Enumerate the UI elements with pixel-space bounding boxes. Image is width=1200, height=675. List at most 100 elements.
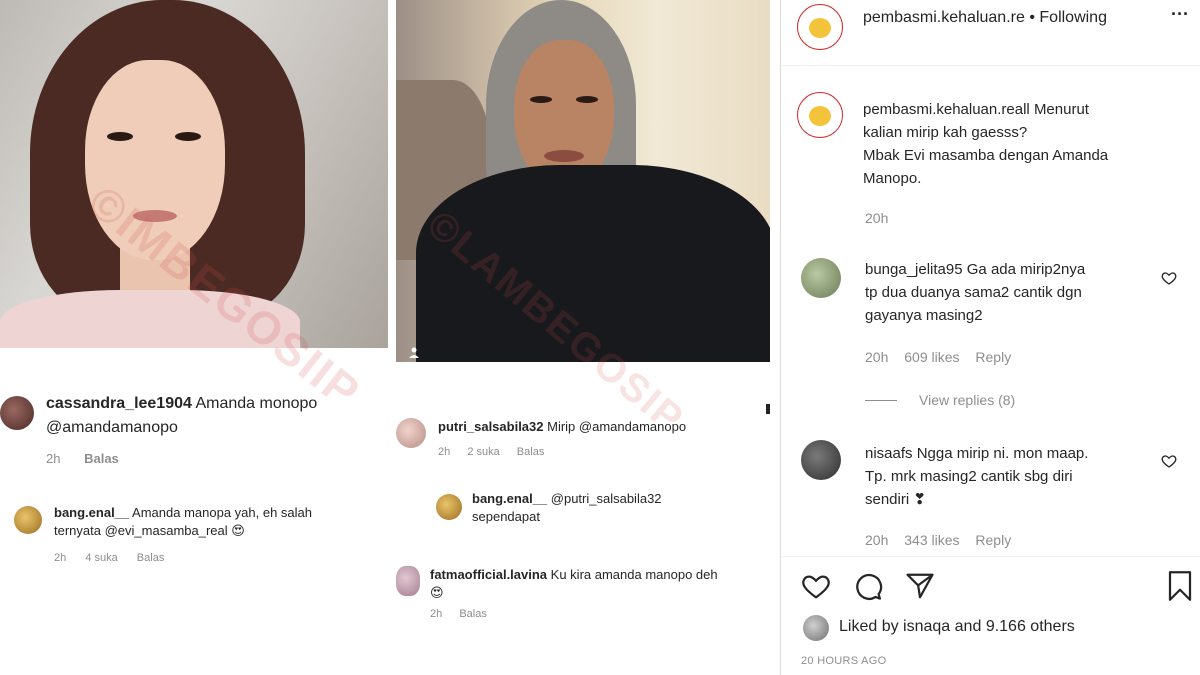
more-options-icon[interactable]: ··· bbox=[1171, 4, 1189, 25]
comment-time: 20h bbox=[865, 349, 889, 365]
comment-line-2: Tp. mrk masing2 cantik sbg diri bbox=[865, 468, 1073, 485]
photo-evi bbox=[396, 0, 770, 362]
emoji: 😍 bbox=[231, 523, 245, 538]
avatar[interactable] bbox=[801, 258, 841, 298]
following-button[interactable]: Following bbox=[1039, 9, 1107, 26]
avatar[interactable] bbox=[396, 566, 420, 596]
comment-meta: 20h 609 likes Reply bbox=[865, 349, 1011, 365]
comment-text: Ku kira amanda manopo deh bbox=[550, 567, 718, 582]
comment-line-3: gayanya masing2 bbox=[865, 307, 983, 324]
caption-line-2: kalian mirip kah gaesss? bbox=[863, 124, 1028, 141]
comment-line-2: tp dua duanya sama2 cantik dgn bbox=[865, 284, 1082, 301]
liker-avatar[interactable] bbox=[803, 615, 829, 641]
photo-eye bbox=[175, 132, 201, 141]
liked-by-prefix: Liked by bbox=[839, 618, 899, 635]
bookmark-icon[interactable] bbox=[1163, 569, 1197, 603]
comment-mention[interactable]: @amandamanopo bbox=[579, 419, 686, 434]
avatar[interactable] bbox=[801, 440, 841, 480]
account-avatar[interactable] bbox=[797, 92, 843, 138]
avatar[interactable] bbox=[0, 396, 34, 430]
header-separator: • bbox=[1029, 9, 1035, 26]
comment-likes[interactable]: 343 likes bbox=[904, 532, 959, 548]
reply-button[interactable]: Balas bbox=[84, 451, 119, 466]
heart-icon[interactable] bbox=[799, 569, 833, 603]
comment-mention[interactable]: @evi_masamba_real bbox=[105, 523, 228, 538]
comment-body: bang.enal__ @putri_salsabila32 sependapa… bbox=[472, 490, 772, 526]
post-timestamp: 20 HOURS AGO bbox=[801, 655, 887, 667]
comment-meta: 2h 4 suka Balas bbox=[54, 552, 164, 564]
reply-button[interactable]: Balas bbox=[459, 608, 487, 620]
comment-body: nisaafs Ngga mirip ni. mon maap. Tp. mrk… bbox=[865, 442, 1155, 511]
comment-bang-enal-reply: bang.enal__ @putri_salsabila32 sependapa… bbox=[436, 488, 766, 532]
comment-time: 20h bbox=[865, 532, 889, 548]
view-replies-button[interactable]: View replies (8) bbox=[919, 392, 1015, 408]
post-sidebar: pembasmi.kehaluan.re • Following ··· pem… bbox=[780, 0, 1200, 675]
liked-by-middle: and bbox=[954, 618, 982, 635]
comment-mention[interactable]: @amandamanopo bbox=[46, 419, 178, 436]
comment-username[interactable]: bang.enal__ bbox=[54, 505, 129, 520]
paper-plane-icon[interactable] bbox=[903, 569, 937, 603]
avatar[interactable] bbox=[14, 506, 42, 534]
photo-lips bbox=[544, 150, 584, 162]
post-actions: Liked by isnaqa and 9.166 others 20 HOUR… bbox=[781, 556, 1200, 675]
comment-icon[interactable] bbox=[851, 569, 885, 603]
caption-line-3: Mbak Evi masamba dengan Amanda bbox=[863, 147, 1109, 164]
photo-eye bbox=[530, 96, 552, 103]
comment-meta: 2h Balas bbox=[46, 450, 119, 468]
scroll-indicator bbox=[766, 404, 770, 414]
photo-eye bbox=[576, 96, 598, 103]
reply-button[interactable]: Balas bbox=[517, 446, 545, 458]
comment-body: fatmaofficial.lavina Ku kira amanda mano… bbox=[430, 566, 770, 602]
avatar[interactable] bbox=[436, 494, 462, 520]
comment-likes[interactable]: 2 suka bbox=[467, 446, 499, 458]
comment-body: putri_salsabila32 Mirip @amandamanopo bbox=[438, 418, 778, 436]
comment-username[interactable]: cassandra_lee1904 bbox=[46, 395, 192, 412]
comment-fatma: fatmaofficial.lavina Ku kira amanda mano… bbox=[396, 564, 776, 624]
comment-cassandra: cassandra_lee1904 Amanda monopo @amandam… bbox=[0, 390, 390, 470]
comment-likes[interactable]: 4 suka bbox=[85, 552, 117, 564]
comment-mention[interactable]: @putri_salsabila32 bbox=[551, 491, 662, 506]
comment-meta: 2h Balas bbox=[430, 608, 487, 620]
comment-body: cassandra_lee1904 Amanda monopo @amandam… bbox=[46, 392, 386, 440]
comment-time: 2h bbox=[430, 608, 443, 620]
comment-username[interactable]: bunga_jelita95 bbox=[865, 261, 963, 278]
liked-by: Liked by isnaqa and 9.166 others bbox=[839, 618, 1075, 636]
header-username[interactable]: pembasmi.kehaluan.re bbox=[863, 9, 1025, 26]
comment-line-1: Ngga mirip ni. mon maap. bbox=[916, 445, 1089, 462]
reply-button[interactable]: Balas bbox=[137, 552, 165, 564]
comment-text: Amanda manopa yah, eh salah bbox=[132, 505, 313, 520]
comment-username[interactable]: nisaafs bbox=[865, 445, 913, 462]
comment-line-3: sendiri ❣ bbox=[865, 491, 926, 508]
caption-line-1: Menurut bbox=[1033, 101, 1089, 118]
account-avatar[interactable] bbox=[797, 4, 843, 50]
likes-count[interactable]: 9.166 others bbox=[986, 618, 1075, 635]
heart-outline-icon[interactable] bbox=[1161, 270, 1177, 286]
caption-username[interactable]: pembasmi.kehaluan.reall bbox=[863, 101, 1030, 118]
comment-text-2: ternyata bbox=[54, 523, 101, 538]
comment-username[interactable]: putri_salsabila32 bbox=[438, 419, 544, 434]
comment-time: 2h bbox=[438, 446, 451, 458]
heart-outline-icon[interactable] bbox=[1161, 453, 1177, 469]
user-tag-icon[interactable] bbox=[408, 346, 420, 358]
reply-button[interactable]: Reply bbox=[975, 532, 1011, 548]
header-info: pembasmi.kehaluan.re • Following bbox=[863, 7, 1107, 29]
comment-time: 2h bbox=[46, 451, 61, 466]
replies-divider bbox=[865, 400, 897, 401]
liked-by-user[interactable]: isnaqa bbox=[903, 618, 950, 635]
comment-username[interactable]: fatmaofficial.lavina bbox=[430, 567, 547, 582]
comment-time: 2h bbox=[54, 552, 67, 564]
comment-meta: 2h 2 suka Balas bbox=[438, 446, 544, 458]
photo-eye bbox=[107, 132, 133, 141]
comment-bang-enal: bang.enal__ Amanda manopa yah, eh salah … bbox=[14, 504, 394, 574]
comment-line-1: Ga ada mirip2nya bbox=[966, 261, 1086, 278]
avatar[interactable] bbox=[396, 418, 426, 448]
caption-time: 20h bbox=[865, 210, 889, 226]
caption-line-4: Manopo. bbox=[863, 170, 922, 187]
comment-likes[interactable]: 609 likes bbox=[904, 349, 959, 365]
reply-button[interactable]: Reply bbox=[975, 349, 1011, 365]
comment-text: Mirip bbox=[547, 419, 576, 434]
emoji: 😍 bbox=[430, 585, 444, 600]
comment-putri: putri_salsabila32 Mirip @amandamanopo 2h… bbox=[396, 414, 776, 464]
post-header: pembasmi.kehaluan.re • Following ··· bbox=[781, 0, 1200, 66]
comment-username[interactable]: bang.enal__ bbox=[472, 491, 547, 506]
